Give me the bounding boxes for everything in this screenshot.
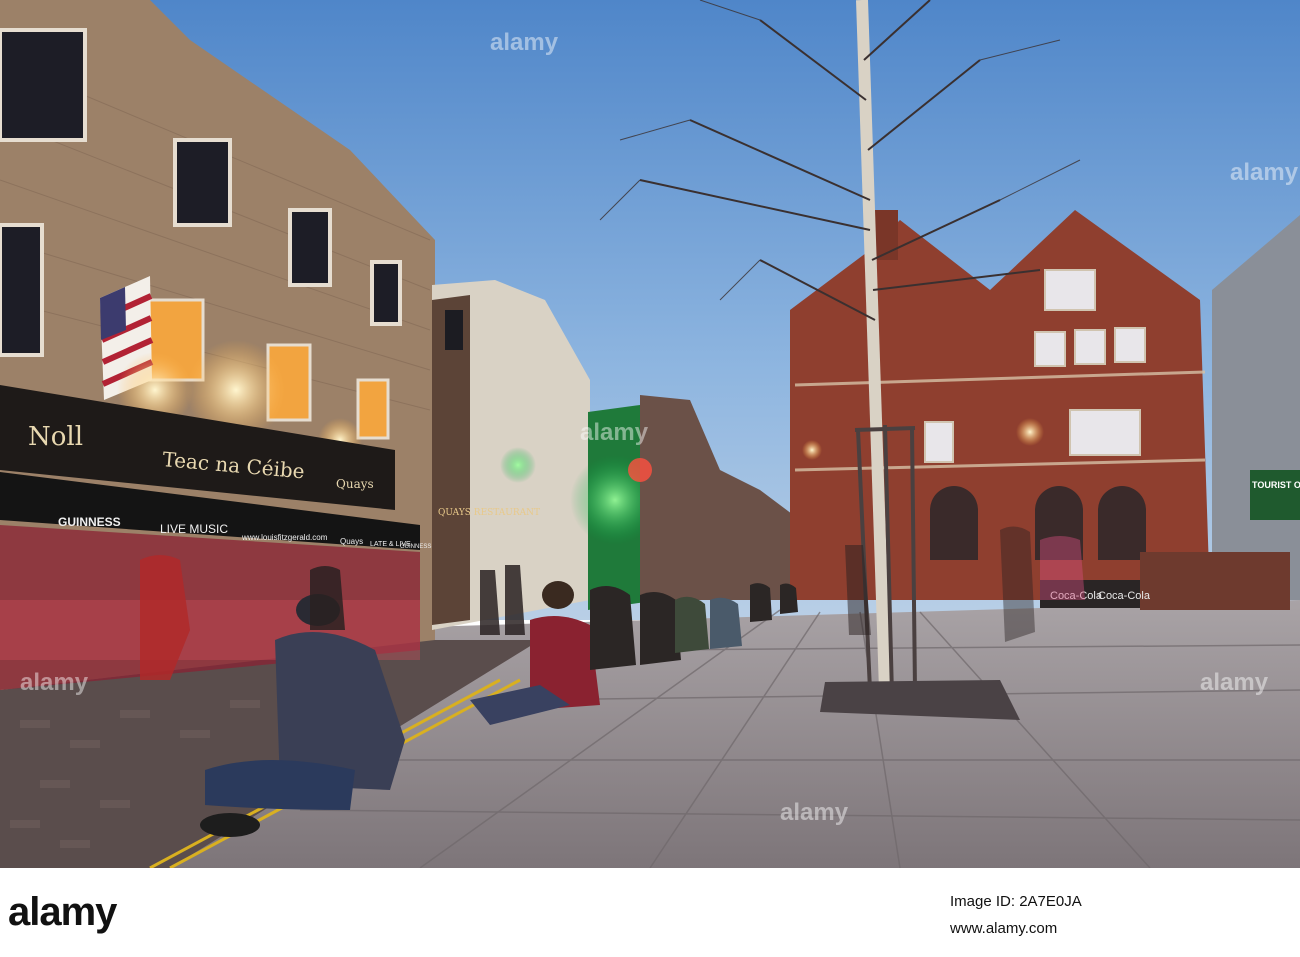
awning-guinness: GUINNESS (58, 515, 121, 529)
alamy-url: www.alamy.com (950, 920, 1058, 937)
awning-live-music: LIVE MUSIC (160, 522, 228, 536)
alamy-logo: alamy (8, 890, 117, 934)
sign-tourist-office: TOURIST OFFICE (1252, 480, 1300, 490)
sign-noll: Noll (28, 422, 83, 452)
awning-url: www.louisfitzgerald.com (241, 533, 328, 542)
awning-quays: Quays (340, 537, 363, 546)
awning-guinness-right: GUINNESS (400, 544, 431, 550)
watermark-5: alamy (1230, 159, 1299, 186)
image-id-label: Image ID: 2A7E0JA (950, 893, 1082, 910)
footer-bar (0, 868, 1300, 957)
watermark-6: alamy (780, 799, 849, 826)
coca-cola-sign-2: Coca-Cola (1098, 590, 1151, 602)
watermark-2: alamy (580, 419, 649, 446)
street-photo: Noll Teac na Céibe Quays GUINNESS LIVE M… (0, 0, 1300, 868)
cafe-barrier (1140, 552, 1290, 610)
sign-quays-small: Quays (336, 477, 374, 491)
watermark-3: alamy (20, 669, 89, 696)
watermark-4: alamy (1200, 669, 1269, 696)
sign-quays-restaurant: QUAYS RESTAURANT (438, 508, 540, 518)
watermark-1: alamy (490, 29, 559, 56)
